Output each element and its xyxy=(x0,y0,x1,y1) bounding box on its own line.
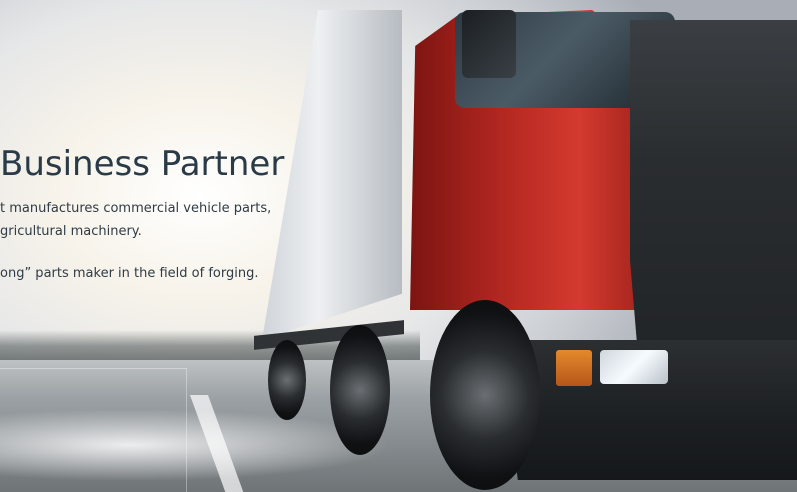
hero-description-line: ong” parts maker in the field of forging… xyxy=(0,266,259,281)
decorative-frame xyxy=(0,368,187,492)
hero-description-line: gricultural machinery. xyxy=(0,224,142,239)
hero-section: Business Partner t manufactures commerci… xyxy=(0,0,797,492)
headlamp xyxy=(600,350,668,384)
turn-signal xyxy=(556,350,592,386)
side-mirror xyxy=(462,10,516,78)
front-wheel xyxy=(430,300,540,490)
hero-description-line: t manufactures commercial vehicle parts, xyxy=(0,201,272,216)
hero-title: Business Partner xyxy=(0,144,285,184)
